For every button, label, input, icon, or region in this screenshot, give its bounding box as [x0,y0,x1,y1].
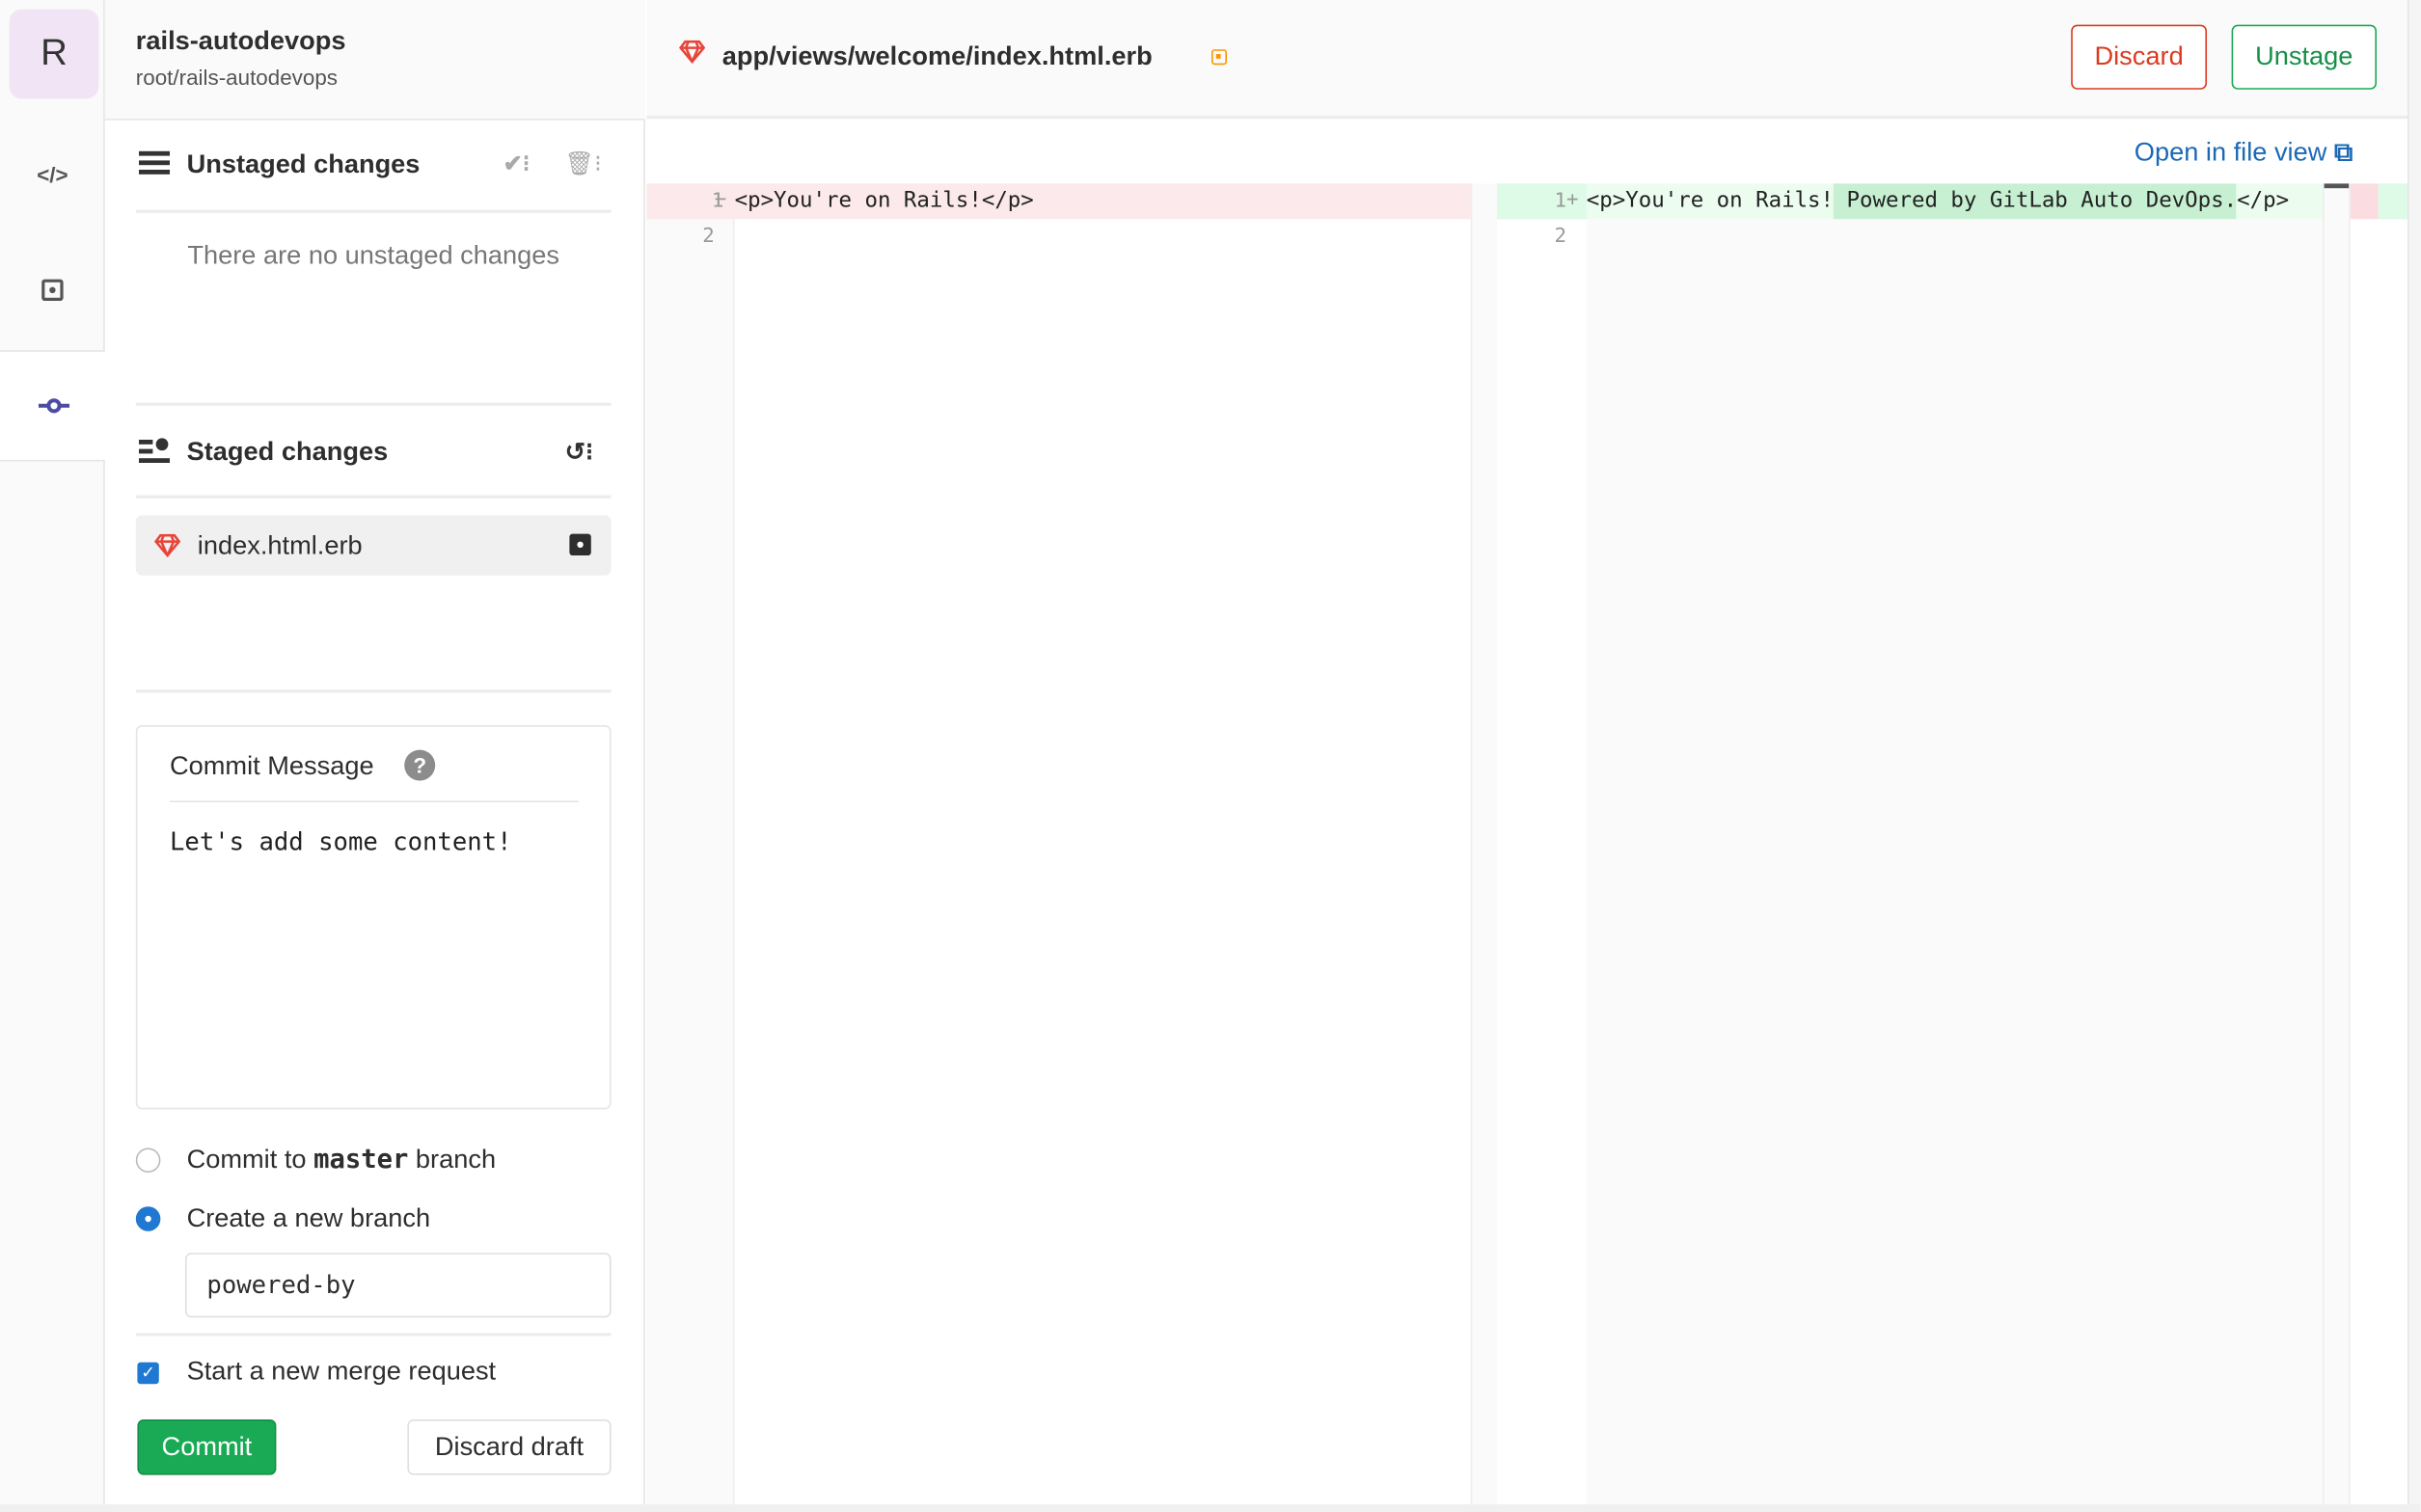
help-icon[interactable]: ? [404,749,436,781]
file-modified-icon [569,533,591,555]
line-number: 1 [711,189,724,213]
merge-request-checkbox[interactable]: ✓ [137,1362,159,1385]
commit-message-box[interactable] [135,725,612,1110]
divider [135,495,612,499]
scrollbar[interactable] [2407,0,2421,1512]
unstage-button[interactable]: Unstage [2231,24,2377,90]
line-number: 2 [1554,225,1566,249]
label-prefix: Commit to [186,1145,314,1174]
project-path: root/rails-autodevops [135,65,338,90]
staged-file-item[interactable]: index.html.erb [135,515,612,576]
line-text: <p>You're on Rails!</p> [734,188,1034,213]
label-suffix: branch [408,1145,497,1174]
project-header [104,0,645,121]
branch-name: master [313,1145,409,1176]
right-gutter [1497,219,1587,1512]
commit-button[interactable]: Commit [137,1419,277,1475]
link-text: Open in file view [2134,137,2327,167]
project-name[interactable]: rails-autodevops [136,26,346,57]
code-icon[interactable]: </> [0,118,105,231]
unchanged-text: <p>You're on Rails! [1586,188,1835,213]
divider [135,209,612,213]
divider [135,689,612,693]
line-text: <p>You're on Rails! Powered by GitLab Au… [1586,183,2290,220]
create-new-branch-radio[interactable] [135,1206,161,1231]
file-path: app/views/welcome/index.html.erb [721,41,1153,71]
unstaged-title: Unstaged changes [186,149,421,179]
staged-file-name: index.html.erb [197,530,363,560]
deleted-line: 1 − <p>You're on Rails!</p> [646,183,1471,220]
open-in-file-view-link[interactable]: Open in file view ⧉ [2135,137,2353,168]
divider [170,800,579,802]
staged-list-icon [139,438,170,463]
ruby-gem-icon [154,533,181,557]
commit-icon[interactable] [0,350,107,462]
added-line: 1 + <p>You're on Rails! Powered by GitLa… [1497,183,2323,220]
unstage-all-icon[interactable]: ↺⁝ [565,437,594,468]
merge-request-label[interactable]: Start a new merge request [187,1356,497,1387]
left-gutter [646,219,733,1512]
create-new-branch-label[interactable]: Create a new branch [187,1203,431,1234]
commit-message-textarea[interactable]: Let's add some content! [170,827,512,856]
divider [135,402,612,406]
overview-ruler[interactable] [2323,183,2351,1512]
ruby-gem-icon [679,40,706,64]
review-icon[interactable] [0,233,105,347]
line-number: 2 [702,225,715,249]
added-text: Powered by GitLab Auto DevOps. [1834,183,2238,220]
commit-message-label: Commit Message [170,751,374,781]
list-icon [139,150,170,175]
discard-button[interactable]: Discard [2071,24,2207,90]
commit-to-master-radio[interactable] [135,1148,161,1173]
unchanged-text: </p> [2237,188,2290,213]
branch-name-input[interactable]: powered-by [185,1253,612,1318]
discard-draft-button[interactable]: Discard draft [407,1419,612,1475]
external-link-icon: ⧉ [2333,137,2353,167]
empty-unstaged-message: There are no unstaged changes [187,240,559,270]
staged-title: Staged changes [186,436,389,467]
project-avatar[interactable]: R [9,9,99,99]
discard-all-icon[interactable]: 🗑⁝ [565,149,602,177]
added-marker: + [1566,188,1579,212]
file-changed-icon [1211,49,1227,66]
deleted-marker: − [714,188,727,212]
commit-to-master-label[interactable]: Commit to master branch [187,1145,497,1175]
diff-separator [1470,183,1497,1512]
divider [135,1333,612,1336]
stage-all-icon[interactable]: ✔⁝ [503,149,530,177]
line-number: 1 [1554,189,1566,213]
